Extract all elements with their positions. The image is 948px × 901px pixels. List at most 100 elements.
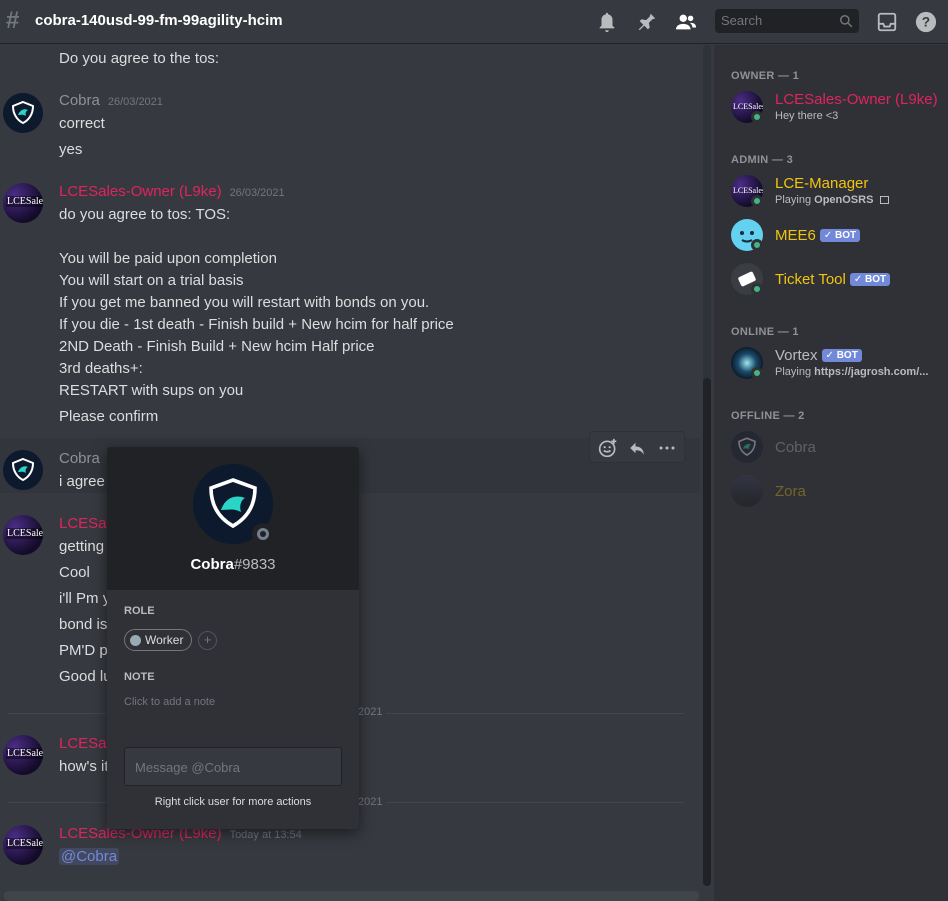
member-name[interactable]: Vortex ✓ BOT <box>775 347 862 364</box>
bot-badge: ✓ BOT <box>819 229 861 242</box>
avatar-label: LCESales <box>6 838 43 849</box>
member-activity: Playing https://jagrosh.com/... <box>775 366 929 378</box>
message-text: PM'D p <box>59 642 108 659</box>
hashtag-icon: # <box>6 7 20 34</box>
avatar-label: LCESales <box>6 748 43 759</box>
message-text: getting <box>59 538 105 555</box>
message-author[interactable]: LCESal <box>59 735 110 752</box>
shield-logo-icon <box>3 450 43 490</box>
rich-presence-icon <box>879 196 889 204</box>
note-input[interactable]: Click to add a note <box>124 696 215 708</box>
offline-status-icon <box>252 523 274 545</box>
timestamp: 26/03/2021 <box>107 96 163 108</box>
online-status-icon <box>751 195 763 207</box>
member-name[interactable]: LCESales-Owner (L9ke) <box>775 91 938 108</box>
role-pill[interactable]: Worker <box>124 629 193 651</box>
message-text: Do you agree to the tos: <box>59 50 220 67</box>
pin-icon[interactable] <box>636 11 658 33</box>
message-text: RESTART with sups on you <box>59 382 244 399</box>
bell-icon[interactable] <box>596 11 618 33</box>
message-text: Please confirm <box>59 408 159 425</box>
channel-name: cobra-140usd-99-fm-99agility-hcim <box>35 12 283 29</box>
member-list: OWNER — 1 LCESales LCESales-Owner (L9ke)… <box>714 45 948 901</box>
bot-badge: ✓ BOT <box>821 349 862 362</box>
member-name[interactable]: MEE6 ✓ BOT <box>775 227 861 244</box>
member-status: Hey there <3 <box>775 110 839 122</box>
role-section-label: ROLE <box>124 605 155 617</box>
member-activity: Playing OpenOSRS <box>775 194 889 206</box>
reply-icon[interactable] <box>628 439 646 457</box>
scrollbar-thumb[interactable] <box>703 378 711 886</box>
horizontal-scrollbar[interactable] <box>4 891 699 901</box>
message-text: @Cobra <box>59 848 120 865</box>
avatar[interactable]: LCESales <box>3 735 43 775</box>
message-user-input[interactable]: Message @Cobra <box>124 747 342 786</box>
online-status-icon <box>751 367 763 379</box>
message-text: do you agree to tos: TOS: <box>59 206 231 223</box>
search-icon <box>840 15 853 28</box>
avatar[interactable] <box>3 93 43 133</box>
online-status-icon <box>751 239 763 251</box>
avatar-label: LCESales <box>6 196 43 207</box>
message-text: i agree <box>59 473 105 490</box>
member-name[interactable]: Ticket Tool ✓ BOT <box>775 271 891 288</box>
message-user-placeholder: Message @Cobra <box>135 760 240 775</box>
message-text: If you die - 1st death - Finish build + … <box>59 316 454 333</box>
member-name[interactable]: LCE-Manager <box>775 175 868 192</box>
message-text: 2ND Death - Finish Build + New hcim Half… <box>59 338 375 355</box>
add-reaction-icon[interactable] <box>598 438 618 458</box>
message-author[interactable]: Cobra <box>59 450 100 467</box>
add-role-button[interactable]: + <box>198 631 217 650</box>
member-group-header: ONLINE — 1 <box>731 326 799 338</box>
member-name: Zora <box>775 483 806 500</box>
svg-text:?: ? <box>922 15 930 30</box>
message-author[interactable]: Cobra 26/03/2021 <box>59 92 163 109</box>
popout-hint: Right click user for more actions <box>154 796 312 808</box>
note-section-label: NOTE <box>124 671 155 683</box>
message-text: how's it <box>59 758 109 775</box>
member-group-header: ADMIN — 3 <box>731 154 793 166</box>
search-placeholder: Search <box>721 13 763 28</box>
shield-logo-icon <box>3 93 43 133</box>
avatar <box>731 431 763 463</box>
online-status-icon <box>751 111 763 123</box>
message-text: bond is <box>59 616 108 633</box>
channel-header: # cobra-140usd-99-fm-99agility-hcim Sear… <box>0 0 948 44</box>
popout-username: Cobra#9833 <box>190 556 276 573</box>
avatar-label: LCESales <box>6 528 43 539</box>
avatar[interactable]: LCESales <box>3 515 43 555</box>
message-text: Cool <box>59 564 90 581</box>
message-author[interactable]: LCESal <box>59 515 110 532</box>
search-input[interactable]: Search <box>715 9 859 33</box>
message-text: i'll Pm y <box>59 590 111 607</box>
member-name: Cobra <box>775 439 816 456</box>
avatar-label: LCESales <box>733 102 763 111</box>
timestamp: 26/03/2021 <box>229 187 285 199</box>
avatar[interactable] <box>3 450 43 490</box>
avatar[interactable]: LCESales <box>3 183 43 223</box>
more-options-icon[interactable] <box>658 439 676 457</box>
timestamp: Today at 13:54 <box>229 829 302 841</box>
message-author[interactable]: LCESales-Owner (L9ke) 26/03/2021 <box>59 183 285 200</box>
message-text: 3rd deaths+: <box>59 360 143 377</box>
online-status-icon <box>751 283 763 295</box>
shield-logo-icon <box>738 437 756 456</box>
user-popout: Cobra#9833 ROLE Worker + NOTE Click to a… <box>107 447 359 829</box>
user-mention[interactable]: @Cobra <box>59 848 120 865</box>
popout-header: Cobra#9833 <box>107 447 359 590</box>
avatar[interactable]: LCESales <box>3 825 43 865</box>
avatar-label: LCESales <box>733 186 763 195</box>
member-group-header: OFFLINE — 2 <box>731 410 805 422</box>
avatar <box>731 475 763 507</box>
help-icon[interactable]: ? <box>915 11 937 33</box>
member-list-icon[interactable] <box>675 11 697 33</box>
message-text: correct <box>59 115 105 132</box>
message-text: Good lu <box>59 668 112 685</box>
message-text: yes <box>59 141 83 158</box>
message-actions <box>589 431 685 463</box>
inbox-icon[interactable] <box>876 11 898 33</box>
bot-badge: ✓ BOT <box>849 273 891 286</box>
message-text: You will start on a trial basis <box>59 272 244 289</box>
message-text: You will be paid upon completion <box>59 250 277 267</box>
message-text: If you get me banned you will restart wi… <box>59 294 430 311</box>
